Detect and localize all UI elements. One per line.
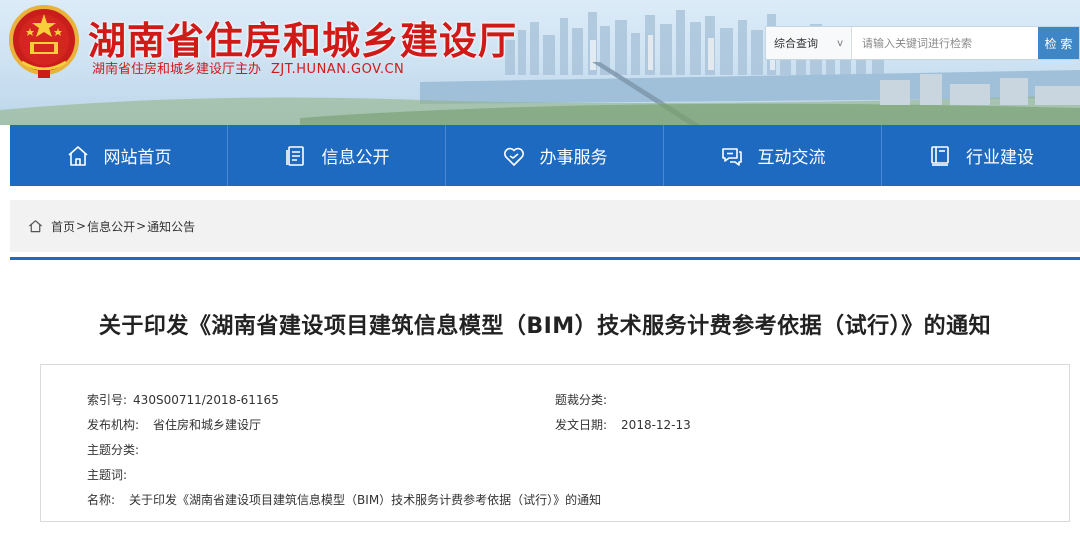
meta-keywords-label: 主题词:	[87, 468, 128, 482]
site-sponsor: 湖南省住房和城乡建设厅主办	[92, 62, 262, 77]
site-banner: 湖南省住房和城乡建设厅 湖南省住房和城乡建设厅主办 ZJT.HUNAN.GOV.C…	[0, 0, 1080, 125]
meta-publisher-label: 发布机构:	[87, 418, 140, 432]
meta-keywords: 主题词:	[87, 466, 133, 483]
breadcrumb: 首页 > 信息公开 > 通知公告	[10, 200, 1080, 252]
meta-category: 题裁分类:	[555, 391, 613, 408]
meta-name: 名称: 关于印发《湖南省建设项目建筑信息模型（BIM）技术服务计费参考依据（试行）…	[87, 491, 601, 508]
nav-item-interaction[interactable]: 互动交流	[664, 125, 882, 186]
site-title: 湖南省住房和城乡建设厅	[88, 19, 518, 63]
breadcrumb-item-home[interactable]: 首页	[51, 218, 75, 235]
search-scope-label: 综合查询	[774, 37, 818, 50]
nav-item-label: 网站首页	[103, 148, 172, 168]
article-title: 关于印发《湖南省建设项目建筑信息模型（BIM）技术服务计费参考依据（试行）》的通…	[98, 314, 992, 339]
nav-item-label: 互动交流	[757, 148, 826, 168]
meta-topic: 主题分类:	[87, 441, 145, 458]
site-domain[interactable]: ZJT.HUNAN.GOV.CN	[271, 62, 404, 77]
meta-index: 索引号: 430S00711/2018-61165	[87, 391, 279, 408]
article: 关于印发《湖南省建设项目建筑信息模型（BIM）技术服务计费参考依据（试行）》的通…	[10, 257, 1080, 539]
national-emblem-icon	[9, 5, 79, 78]
meta-date-label: 发文日期:	[555, 418, 608, 432]
search-box: 综合查询 v 检 索	[765, 26, 1080, 60]
search-scope-select[interactable]: 综合查询 v	[766, 27, 852, 59]
nav-item-home[interactable]: 网站首页	[10, 125, 228, 186]
nav-item-label: 办事服务	[539, 148, 608, 168]
meta-name-value: 关于印发《湖南省建设项目建筑信息模型（BIM）技术服务计费参考依据（试行）》的通…	[129, 493, 602, 507]
breadcrumb-item-notice[interactable]: 通知公告	[147, 218, 195, 235]
nav-item-service[interactable]: 办事服务	[446, 125, 664, 186]
nav-item-label: 信息公开	[321, 148, 390, 168]
meta-date-value: 2018-12-13	[621, 418, 691, 432]
chat-icon	[721, 147, 742, 166]
meta-date: 发文日期: 2018-12-13	[555, 416, 691, 433]
meta-name-label: 名称:	[87, 493, 116, 507]
site-subtitle: 湖南省住房和城乡建设厅主办 ZJT.HUNAN.GOV.CN	[92, 58, 404, 77]
heart-icon	[503, 147, 524, 166]
meta-index-label: 索引号:	[87, 393, 128, 407]
search-input[interactable]	[852, 27, 1038, 59]
nav-item-info[interactable]: 信息公开	[228, 125, 446, 186]
meta-topic-label: 主题分类:	[87, 443, 140, 457]
meta-publisher-value: 省住房和城乡建设厅	[153, 418, 262, 432]
breadcrumb-separator: >	[76, 219, 87, 233]
breadcrumb-separator: >	[136, 219, 147, 233]
book-icon	[931, 145, 949, 166]
chevron-down-icon: v	[837, 37, 843, 49]
meta-index-value: 430S00711/2018-61165	[133, 393, 279, 407]
home-icon	[67, 145, 88, 166]
article-meta-box: 索引号: 430S00711/2018-61165 题裁分类: 发布机构: 省住房和…	[40, 364, 1070, 522]
home-icon	[29, 220, 42, 233]
document-icon	[285, 145, 304, 166]
search-button[interactable]: 检 索	[1038, 27, 1079, 59]
meta-publisher: 发布机构: 省住房和城乡建设厅	[87, 416, 261, 433]
main-nav: 网站首页 信息公开 办事服务 互动交流 行业建设	[10, 125, 1080, 186]
nav-item-industry[interactable]: 行业建设	[882, 125, 1080, 186]
nav-item-label: 行业建设	[966, 148, 1034, 168]
breadcrumb-item-info[interactable]: 信息公开	[87, 218, 135, 235]
meta-category-label: 题裁分类:	[555, 393, 608, 407]
